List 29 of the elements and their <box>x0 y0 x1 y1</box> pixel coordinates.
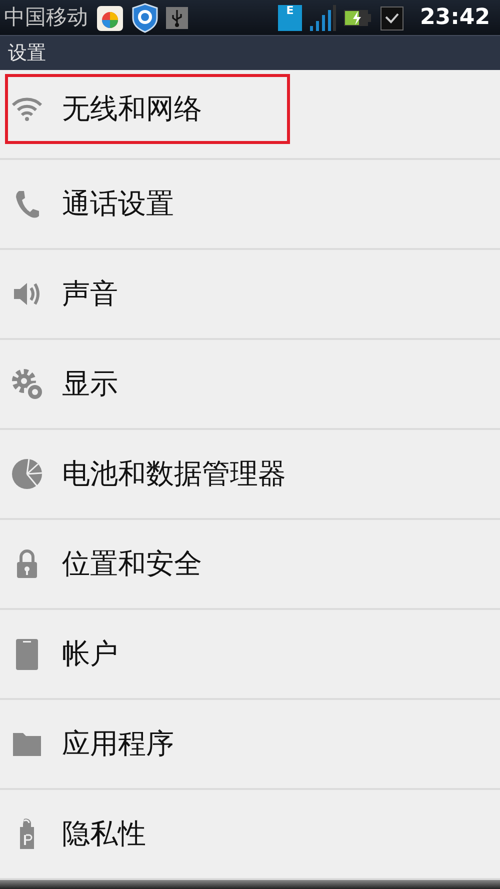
settings-item[interactable]: 无线和网络 <box>5 74 290 144</box>
usb-icon <box>166 6 188 28</box>
item-label: 声音 <box>62 276 118 312</box>
item-label: 电池和数据管理器 <box>62 456 286 492</box>
settings-item[interactable]: 电池和数据管理器 <box>0 430 500 520</box>
carrier-name: 中国移动 <box>4 4 88 31</box>
battery-charging-icon <box>344 8 372 26</box>
network-type-icon: E <box>278 4 302 30</box>
gear-icon <box>10 367 44 401</box>
item-label: 无线和网络 <box>62 91 202 127</box>
settings-item[interactable]: 通话设置 <box>0 160 500 250</box>
settings-item[interactable]: 帐户 <box>0 610 500 700</box>
settings-item[interactable]: 位置和安全 <box>0 520 500 610</box>
item-label: 隐私性 <box>62 816 146 852</box>
settings-item[interactable]: 声音 <box>0 250 500 340</box>
item-label: 通话设置 <box>62 186 174 222</box>
pie-chart-icon <box>10 457 44 491</box>
item-label: 位置和安全 <box>62 546 202 582</box>
screen-title: 设置 <box>8 40 46 66</box>
checkbox-notification-icon <box>380 4 404 30</box>
item-label: 应用程序 <box>62 726 174 762</box>
item-label: 显示 <box>62 366 118 402</box>
settings-item[interactable]: 应用程序 <box>0 700 500 790</box>
shield-icon <box>132 2 158 32</box>
item-label: 帐户 <box>62 636 118 672</box>
settings-item[interactable]: 显示 <box>0 340 500 430</box>
app-store-icon <box>96 4 124 32</box>
signal-icon <box>310 4 336 32</box>
clock-time: 23:42 <box>420 4 490 32</box>
